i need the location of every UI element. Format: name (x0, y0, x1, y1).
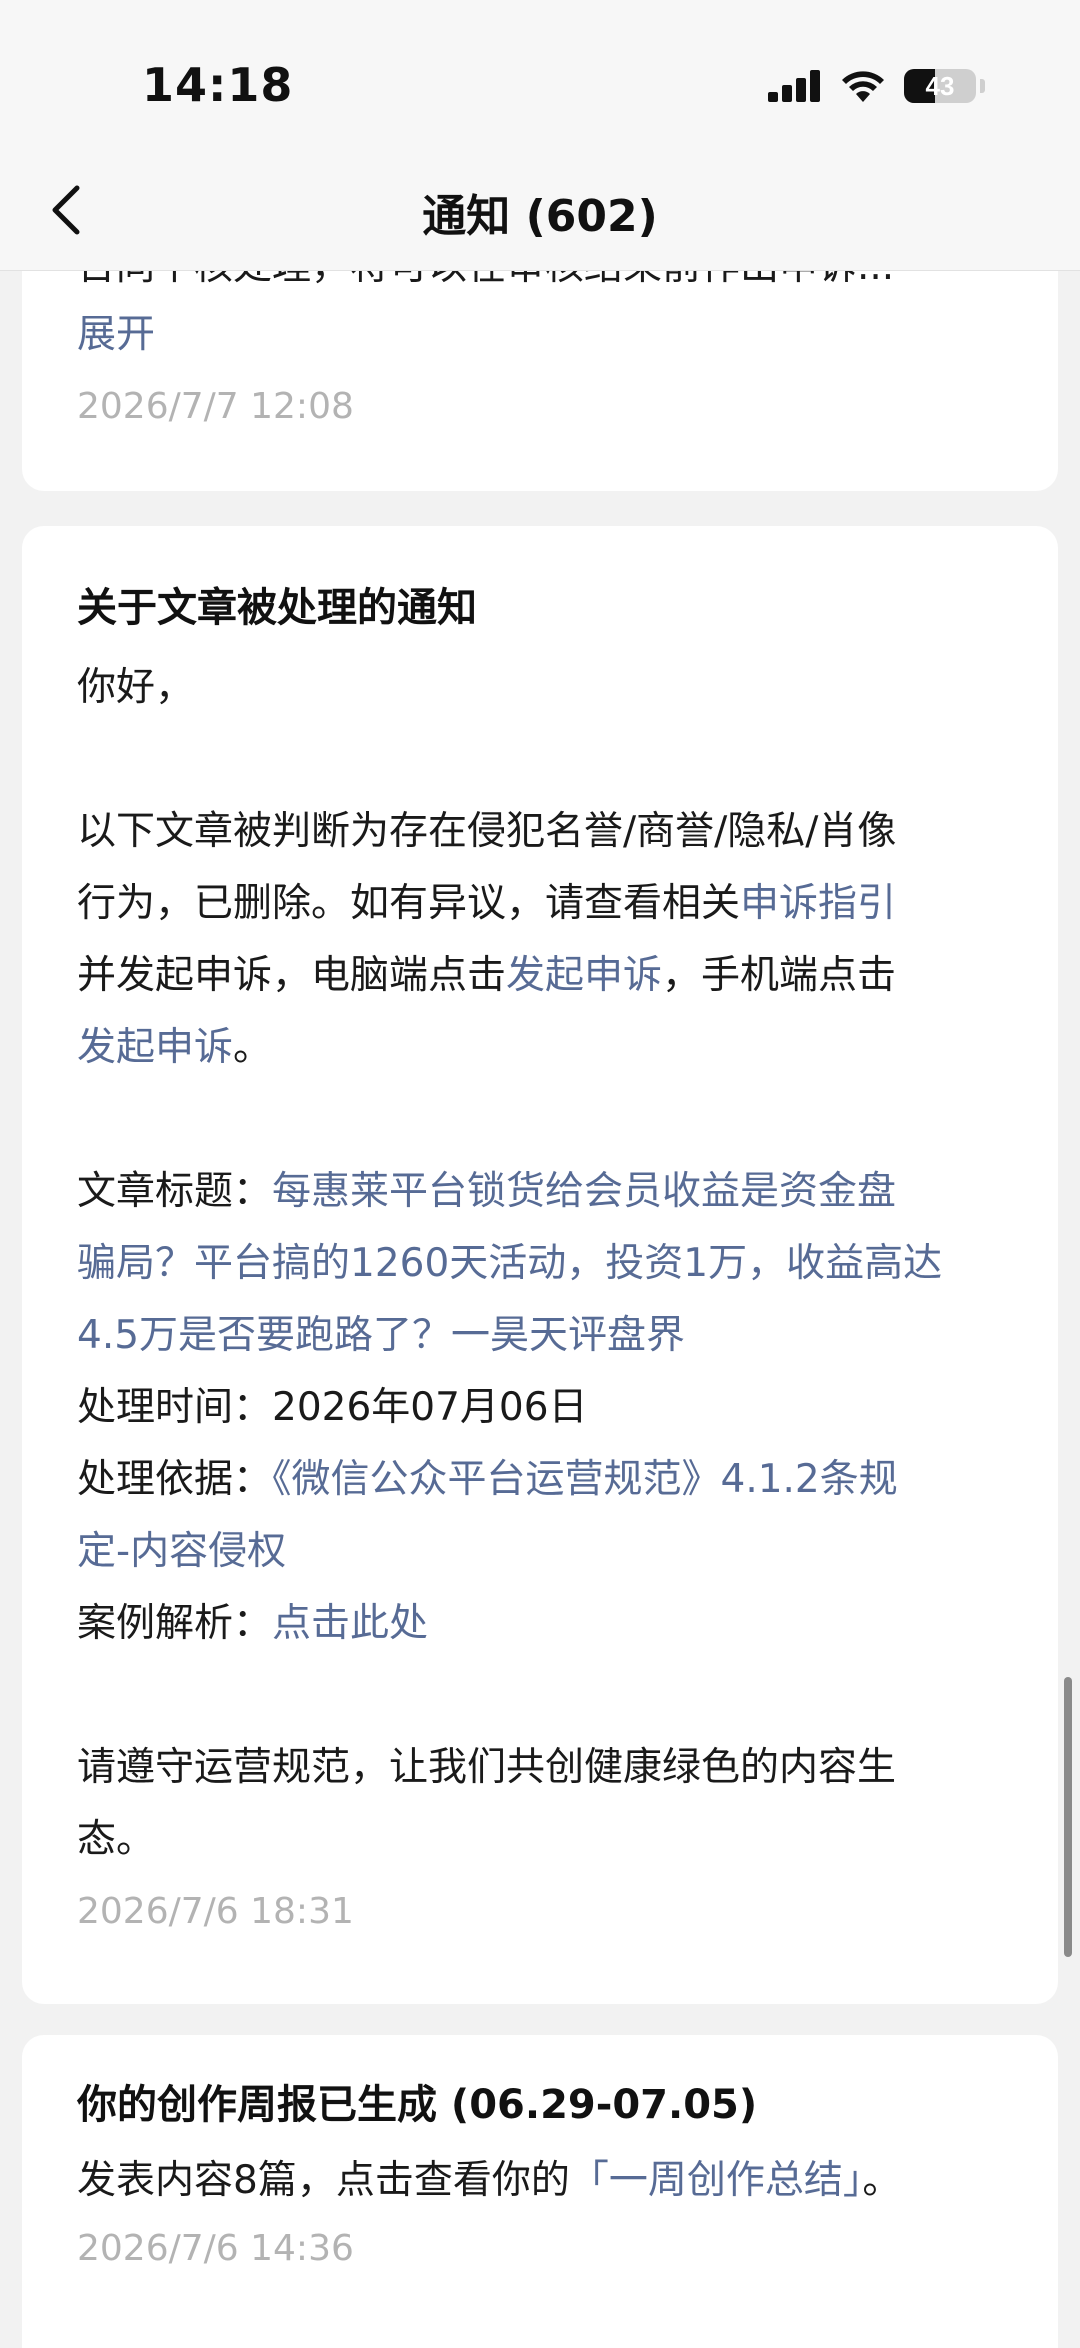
battery-icon: 43 (904, 69, 976, 103)
basis-link[interactable]: 《微信公众平台运营规范》4.1.2条规 (272, 1457, 898, 1502)
expand-link[interactable]: 展开 (77, 299, 155, 371)
paragraph-text: 行为，已删除。如有异议，请查看相关 (77, 881, 741, 926)
paragraph-text: 以下文章被判断为存在侵犯名誉/商誉/隐私/肖像 (77, 809, 897, 854)
weekly-summary-link[interactable]: 「一周创作总结」 (570, 2158, 863, 2203)
summary-text-end: 。 (862, 2158, 902, 2203)
paragraph-text: 。 (233, 1025, 273, 1070)
paragraph-text: 并发起申诉，电脑端点击 (77, 953, 507, 998)
summary-text: 发表内容8篇，点击查看你的 (77, 2158, 570, 2203)
notification-greeting: 你好， (77, 665, 195, 710)
notification-card[interactable]: 你的创作周报已生成 (06.29-07.05) 发表内容8篇，点击查看你的「一周… (22, 2035, 1058, 2348)
notification-card[interactable]: 台同平核处理，将可以在审核结束前作出申诉... 展开 2026/7/7 12:0… (22, 271, 1058, 491)
status-bar: 14:18 43 (0, 0, 1080, 170)
notification-text: 台同平核处理，将可以在审核结束前作出申诉... (77, 271, 894, 303)
paragraph-text: ，手机端点击 (662, 953, 897, 998)
notification-paragraph: 以下文章被判断为存在侵犯名誉/商誉/隐私/肖像 行为，已删除。如有异议，请查看相… (77, 796, 1006, 1084)
notification-title: 关于文章被处理的通知 (77, 585, 477, 631)
basis-link[interactable]: 定-内容侵权 (77, 1529, 286, 1574)
appeal-mobile-link[interactable]: 发起申诉 (77, 1025, 233, 1070)
process-time-value: 2026年07月06日 (272, 1385, 588, 1430)
process-time-label: 处理时间： (77, 1385, 273, 1430)
scrollbar[interactable] (1064, 1677, 1072, 1957)
closing-line: 请遵守运营规范，让我们共创健康绿色的内容生 (77, 1745, 897, 1790)
article-title-link[interactable]: 每惠莱平台锁货给会员收益是资金盘 (272, 1169, 896, 1214)
closing-text: 请遵守运营规范，让我们共创健康绿色的内容生 态。 (77, 1732, 1006, 1876)
status-icons: 43 (768, 66, 985, 106)
notification-title: 你的创作周报已生成 (06.29-07.05) (77, 2082, 758, 2128)
battery-cap (980, 79, 985, 93)
appeal-guide-link[interactable]: 申诉指引 (740, 881, 896, 926)
navigation-bar: 通知 (602) (0, 150, 1080, 271)
cellular-signal-icon (768, 70, 820, 102)
battery-level: 43 (925, 70, 955, 101)
article-title-link[interactable]: 4.5万是否要跑路了？一昊天评盘界 (77, 1313, 685, 1358)
notification-timestamp: 2026/7/7 12:08 (77, 386, 354, 427)
status-time: 14:18 (142, 58, 294, 112)
article-title-link[interactable]: 骗局？平台搞的1260天活动，投资1万，收益高达 (77, 1241, 942, 1286)
notification-timestamp: 2026/7/6 18:31 (77, 1891, 354, 1932)
notification-list[interactable]: 台同平核处理，将可以在审核结束前作出申诉... 展开 2026/7/7 12:0… (0, 271, 1080, 2348)
case-link[interactable]: 点击此处 (272, 1601, 428, 1646)
closing-line: 态。 (77, 1817, 156, 1862)
article-title-label: 文章标题： (77, 1169, 273, 1214)
case-label: 案例解析： (77, 1601, 273, 1646)
notification-card[interactable]: 关于文章被处理的通知 你好， 以下文章被判断为存在侵犯名誉/商誉/隐私/肖像 行… (22, 526, 1058, 2004)
notification-timestamp: 2026/7/6 14:36 (77, 2228, 354, 2269)
appeal-desktop-link[interactable]: 发起申诉 (506, 953, 662, 998)
notification-text: 发表内容8篇，点击查看你的「一周创作总结」。 (77, 2145, 1006, 2217)
page-title: 通知 (602) (422, 191, 658, 242)
basis-label: 处理依据： (77, 1457, 273, 1502)
wifi-icon (842, 71, 884, 102)
article-info: 文章标题：每惠莱平台锁货给会员收益是资金盘 骗局？平台搞的1260天活动，投资1… (77, 1156, 1006, 1660)
